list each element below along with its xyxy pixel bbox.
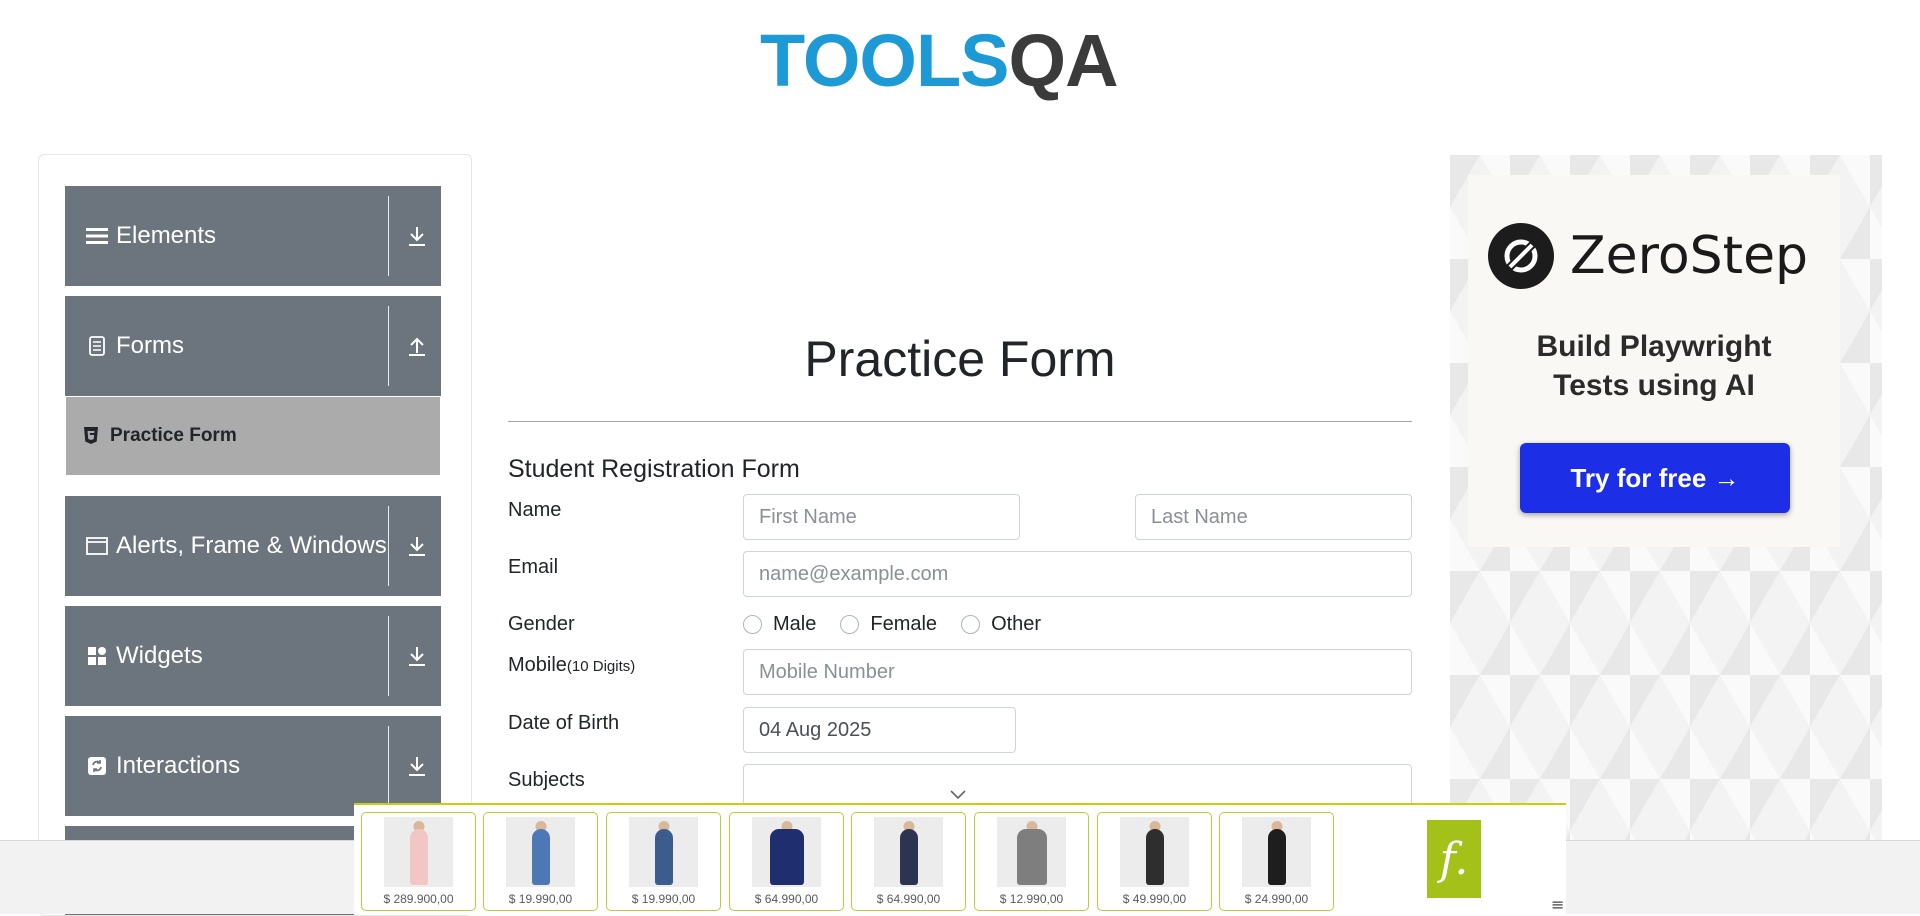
hamburger-icon [86, 225, 108, 247]
try-for-free-button[interactable]: Try for free → [1520, 443, 1790, 513]
product-card[interactable]: $ 49.990,00 [1097, 812, 1212, 911]
gender-label: Gender [508, 613, 575, 635]
gender-radio-male[interactable]: Male [743, 613, 816, 636]
radio-circle[interactable] [743, 615, 762, 634]
product-price: $ 19.990,00 [631, 892, 696, 906]
grid-icon [86, 645, 108, 667]
product-image [997, 817, 1066, 887]
window-icon [86, 535, 108, 557]
ad-tagline-line: Build Playwright [1536, 330, 1772, 363]
gender-option-label: Male [773, 613, 817, 635]
sidebar-group-widgets[interactable]: Widgets [65, 606, 441, 706]
zerostep-logo-icon [1488, 223, 1554, 289]
gender-radio-other[interactable]: Other [961, 613, 1041, 636]
sidebar-group-forms[interactable]: Forms [65, 296, 441, 396]
sidebar-group-alerts[interactable]: Alerts, Frame & Windows [65, 496, 441, 596]
mobile-label: Mobile(10 Digits) [508, 654, 635, 677]
gender-option-label: Other [991, 613, 1042, 635]
mobile-label-text: Mobile [508, 654, 567, 676]
sidebar-item-label: Practice Form [110, 425, 237, 446]
mobile-input[interactable]: Mobile Number [743, 649, 1412, 695]
product-image [1120, 817, 1189, 887]
zerostep-ad-card[interactable]: ZeroStep Build Playwright Tests using AI… [1468, 175, 1840, 547]
mobile-hint: (10 Digits) [566, 658, 636, 675]
download-arrow-icon [405, 224, 429, 248]
product-card[interactable]: $ 19.990,00 [483, 812, 598, 911]
download-arrow-icon [405, 534, 429, 558]
divider [388, 726, 389, 806]
product-card[interactable]: $ 24.990,00 [1219, 812, 1334, 911]
gender-option-label: Female [870, 613, 938, 635]
form-heading: Student Registration Form [508, 455, 800, 483]
ad-tagline-line: Tests using AI [1553, 369, 1755, 402]
radio-circle[interactable] [961, 615, 981, 634]
html5-icon [84, 427, 100, 445]
download-arrow-icon [405, 644, 429, 668]
toolsqa-logo[interactable]: TOOLSQA [760, 18, 1165, 113]
logo-tools-text: TOOLS [760, 19, 1010, 102]
product-price: $ 24.990,00 [1244, 892, 1309, 906]
gender-radio-group: Male Female Other [743, 613, 1065, 636]
ad-tagline: Build Playwright Tests using AI [1468, 327, 1840, 405]
document-icon [86, 335, 108, 357]
sidebar-group-interactions[interactable]: Interactions [65, 716, 441, 816]
divider [388, 196, 389, 276]
menu-icon[interactable]: ≡ [1551, 895, 1564, 914]
product-image [752, 817, 821, 887]
divider [388, 506, 389, 586]
upload-arrow-icon [405, 334, 429, 358]
download-arrow-icon [405, 754, 429, 778]
sidebar-group-label: Forms [116, 332, 184, 359]
sidebar-group-label: Interactions [116, 752, 241, 779]
name-label: Name [508, 499, 562, 521]
product-card[interactable]: $ 289.900,00 [361, 812, 476, 911]
gender-radio-female[interactable]: Female [840, 613, 937, 636]
refresh-icon [86, 755, 108, 777]
divider [388, 306, 389, 386]
sidebar-group-label: Alerts, Frame & Windows [116, 532, 387, 559]
email-input[interactable]: name@example.com [743, 551, 1412, 597]
product-card[interactable]: $ 64.990,00 [729, 812, 844, 911]
ad-panel[interactable]: ZeroStep Build Playwright Tests using AI… [1450, 155, 1882, 913]
product-image [506, 817, 575, 887]
product-card[interactable]: $ 64.990,00 [851, 812, 966, 911]
dob-label: Date of Birth [508, 712, 620, 734]
divider [388, 616, 389, 696]
product-price: $ 12.990,00 [999, 892, 1064, 906]
sidebar-group-label: Widgets [116, 642, 203, 669]
product-price: $ 19.990,00 [508, 892, 573, 906]
product-image [629, 817, 698, 887]
date-of-birth-input[interactable]: 04 Aug 2025 [743, 707, 1016, 753]
ad-brand: ZeroStep [1488, 223, 1808, 289]
sidebar-group-label: Elements [116, 222, 217, 249]
product-price: $ 49.990,00 [1122, 892, 1187, 906]
product-price: $ 64.990,00 [876, 892, 941, 906]
sidebar-group-elements[interactable]: Elements [65, 186, 441, 286]
product-card[interactable]: $ 12.990,00 [974, 812, 1089, 911]
left-sidebar: Elements Forms Practice Form Alerts, Fra… [38, 154, 472, 916]
product-price: $ 289.900,00 [383, 892, 454, 906]
last-name-input[interactable]: Last Name [1135, 494, 1412, 540]
radio-circle[interactable] [840, 615, 860, 634]
subjects-label: Subjects [508, 769, 585, 791]
email-label: Email [508, 556, 559, 578]
product-card[interactable]: $ 19.990,00 [606, 812, 721, 911]
ad-brand-name: ZeroStep [1570, 226, 1809, 286]
logo-qa-text: QA [1008, 19, 1119, 102]
bottom-product-ad[interactable]: $ 289.900,00 $ 19.990,00 $ 19.990,00 $ 6… [354, 803, 1566, 915]
page-title: Practice Form [804, 331, 1116, 387]
falabella-logo[interactable]: f. [1427, 820, 1481, 898]
first-name-input[interactable]: First Name [743, 494, 1020, 540]
product-image [874, 817, 943, 887]
product-image [1242, 817, 1311, 887]
title-divider [508, 421, 1412, 422]
product-image [384, 817, 453, 887]
sidebar-item-practice-form[interactable]: Practice Form [66, 397, 440, 475]
product-price: $ 64.990,00 [754, 892, 819, 906]
